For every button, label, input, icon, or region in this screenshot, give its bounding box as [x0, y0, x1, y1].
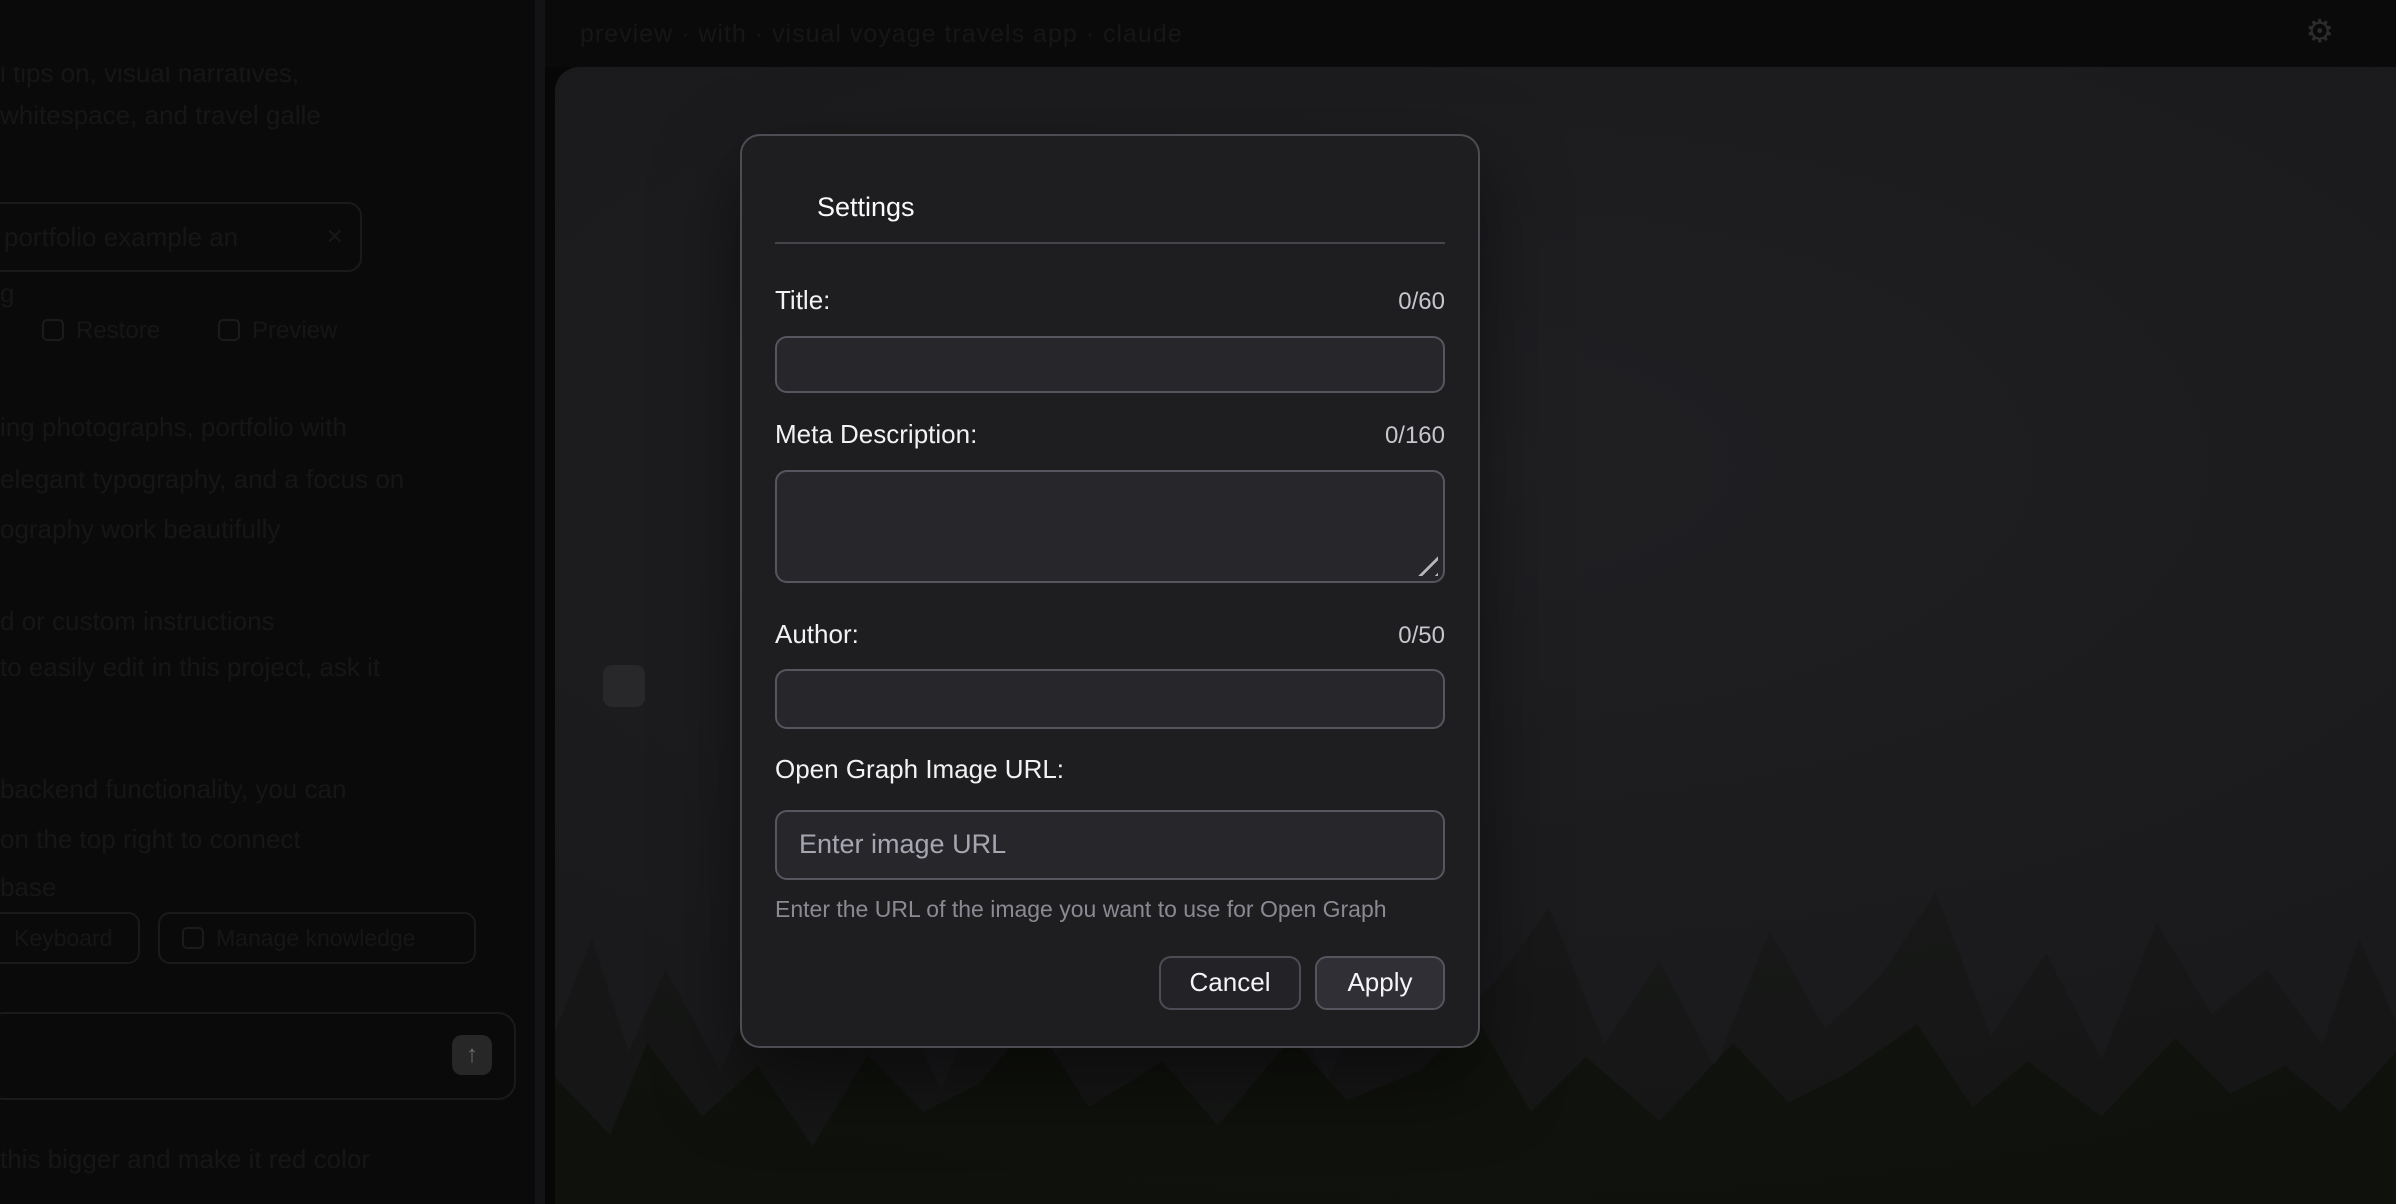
settings-modal: Settings Title: 0/60 Meta Description: 0… — [740, 134, 1480, 1048]
user-message-text: this bigger and make it red color — [0, 1143, 470, 1175]
meta-description-wrapper — [775, 470, 1445, 583]
modal-button-row: Cancel Apply — [775, 956, 1445, 1010]
assistant-text-line: backend functionality, you can — [0, 773, 490, 805]
chat-input[interactable] — [0, 1012, 516, 1100]
knowledge-icon — [182, 927, 204, 949]
preview-label: Preview — [252, 317, 337, 344]
cancel-button[interactable]: Cancel — [1159, 956, 1301, 1010]
og-image-url-label: Open Graph Image URL: — [775, 754, 1064, 784]
title-input[interactable] — [775, 336, 1445, 393]
keyboard-button[interactable]: Keyboard — [0, 912, 140, 964]
manage-knowledge-button[interactable]: Manage knowledge — [158, 912, 476, 964]
chat-sidebar: l tips on, visual narratives, whitespace… — [0, 67, 535, 1204]
manage-knowledge-label: Manage knowledge — [216, 925, 415, 952]
sidebar-intro-line: whitespace, and travel galle — [0, 99, 430, 131]
og-image-field-header: Open Graph Image URL: — [775, 754, 1445, 784]
restore-icon — [42, 319, 64, 341]
notice-overflow-text: g — [0, 277, 14, 309]
modal-title: Settings — [817, 190, 1445, 224]
meta-description-label: Meta Description: — [775, 419, 977, 449]
apply-button[interactable]: Apply — [1315, 956, 1445, 1010]
send-icon: ↑ — [466, 1041, 478, 1069]
restore-label: Restore — [76, 317, 160, 344]
sidebar-intro-line: l tips on, visual narratives, — [0, 67, 430, 89]
assistant-text-line: base — [0, 871, 120, 903]
send-button[interactable]: ↑ — [452, 1035, 492, 1075]
topbar: preview · with · visual voyage travels a… — [0, 0, 2396, 67]
title-field-header: Title: 0/60 — [775, 285, 1445, 317]
topbar-url-text: preview · with · visual voyage travels a… — [580, 17, 1183, 51]
og-image-helper-text: Enter the URL of the image you want to u… — [775, 895, 1445, 923]
author-counter: 0/50 — [1398, 621, 1445, 651]
restore-action[interactable]: Restore — [42, 315, 160, 347]
assistant-text-line: to easily edit in this project, ask it — [0, 651, 500, 683]
author-label: Author: — [775, 619, 859, 649]
modal-divider — [775, 242, 1445, 244]
preview-icon — [218, 319, 240, 341]
meta-description-field-header: Meta Description: 0/160 — [775, 419, 1445, 451]
title-label: Title: — [775, 285, 830, 315]
author-input[interactable] — [775, 669, 1445, 728]
close-icon[interactable]: ✕ — [326, 224, 344, 250]
meta-description-counter: 0/160 — [1385, 421, 1445, 451]
meta-description-textarea[interactable] — [775, 470, 1445, 583]
preview-action[interactable]: Preview — [218, 315, 337, 347]
keyboard-button-label: Keyboard — [14, 925, 112, 952]
notice-text: portfolio example an — [4, 222, 238, 253]
app-root: { "colors": { "page_bg": "#070708", "pan… — [0, 0, 2396, 1204]
assistant-text-line: d or custom instructions — [0, 605, 450, 637]
assistant-text-line: elegant typography, and a focus on — [0, 463, 520, 495]
assistant-text-line: on the top right to connect — [0, 823, 460, 855]
assistant-text-line: ography work beautifully — [0, 513, 380, 545]
title-counter: 0/60 — [1398, 287, 1445, 317]
sidebar-panel-divider — [535, 0, 545, 1204]
faint-background-button — [603, 665, 645, 707]
author-field-header: Author: 0/50 — [775, 619, 1445, 651]
notice-box: portfolio example an ✕ — [0, 202, 362, 272]
assistant-text-line: ing photographs, portfolio with — [0, 411, 440, 443]
og-image-url-input[interactable] — [775, 810, 1445, 880]
gear-icon[interactable]: ⚙ — [2305, 13, 2334, 49]
